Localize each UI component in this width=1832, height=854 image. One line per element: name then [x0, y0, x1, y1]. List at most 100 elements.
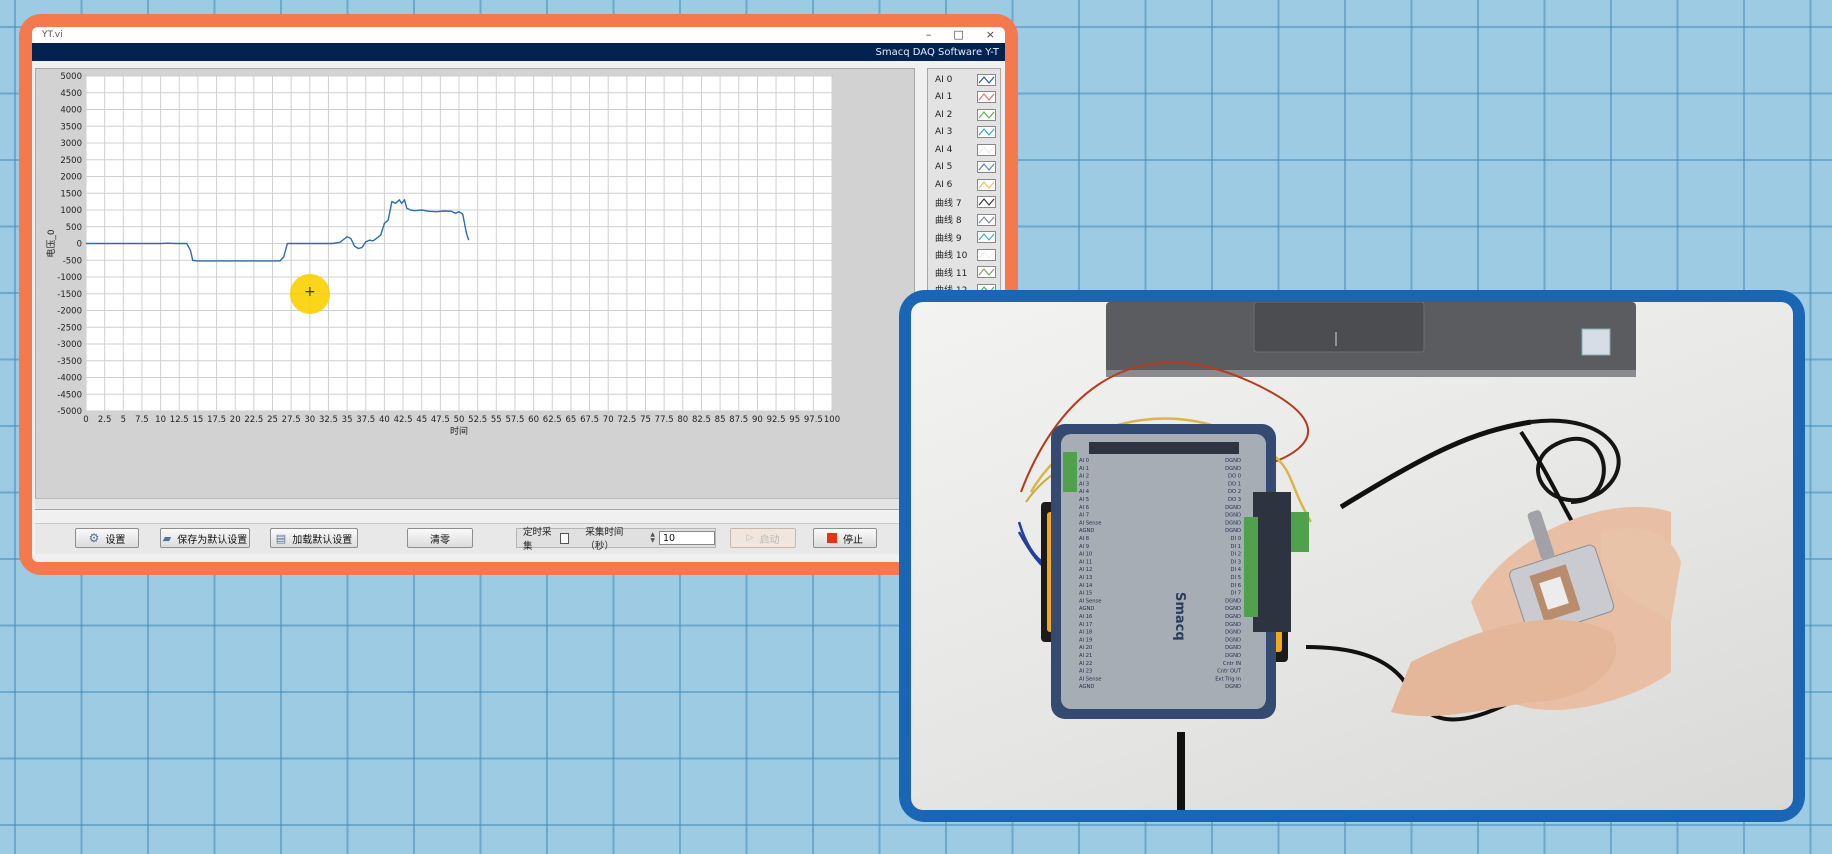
legend-swatch-icon[interactable] [977, 126, 996, 139]
clear-button[interactable]: 清零 [407, 528, 473, 548]
stop-label: 停止 [843, 534, 863, 546]
legend-swatch-icon[interactable] [977, 178, 996, 191]
device-pin-label: DI 2 [1231, 552, 1241, 558]
x-tick-label: 87.5 [729, 415, 748, 425]
legend-item[interactable]: 曲线 7 [928, 194, 1000, 212]
settings-button[interactable]: ⚙ 设置 [75, 528, 139, 548]
legend-label: AI 1 [935, 92, 953, 103]
legend-item[interactable]: AI 0 [928, 71, 1000, 89]
legend-swatch-icon[interactable] [977, 213, 996, 226]
legend-label: 曲线 10 [935, 251, 968, 262]
x-tick-label: 45 [416, 415, 427, 425]
x-tick-label: 30 [304, 415, 315, 425]
device-pin-label: DO 1 [1228, 481, 1241, 487]
x-tick-label: 55 [491, 415, 502, 425]
start-button[interactable]: ▷ 启动 [730, 528, 796, 548]
device-pin-label: AI 16 [1079, 614, 1092, 620]
device-brand: Smacq [1172, 592, 1187, 641]
acq-time-spinner[interactable]: ▲ ▼ [650, 532, 655, 544]
y-tick-label: -3000 [57, 340, 82, 350]
minimize-button[interactable]: – [926, 28, 932, 41]
device-pin-label: AI 20 [1079, 645, 1092, 651]
y-tick-label: 3000 [60, 139, 82, 149]
x-tick-label: 65 [565, 415, 576, 425]
device-pin-label: AI 10 [1079, 552, 1092, 558]
y-tick-label: 5000 [60, 72, 82, 82]
legend-swatch-icon[interactable] [977, 73, 996, 86]
software-window-frame: YT.vi – □ × Smacq DAQ Software Y-T 0 2.5 5… [19, 14, 1018, 575]
legend-item[interactable]: AI 1 [928, 89, 1000, 107]
x-tick-label: 32.5 [319, 415, 338, 425]
x-tick-label: 72.5 [617, 415, 636, 425]
x-tick-label: 52.5 [468, 415, 487, 425]
x-tick-label: 42.5 [394, 415, 413, 425]
legend-swatch-icon[interactable] [977, 231, 996, 244]
legend-swatch-icon[interactable] [977, 196, 996, 209]
x-tick-label: 5 [121, 415, 126, 425]
x-tick-label: 20 [230, 415, 241, 425]
bottom-toolbar: ⚙ 设置 ▰ 保存为默认设置 ▤ 加载默认设置 清零 定时采集 采集时间（秒） … [35, 523, 1002, 554]
legend-swatch-icon[interactable] [977, 108, 996, 121]
legend-item[interactable]: 曲线 8 [928, 211, 1000, 229]
device-pin-label: DGND [1225, 614, 1241, 620]
close-button[interactable]: × [986, 28, 995, 41]
device-pin-label: DGND [1225, 513, 1241, 519]
x-tick-label: 77.5 [655, 415, 674, 425]
x-tick-label: 12.5 [170, 415, 189, 425]
banner-title: Smacq DAQ Software Y-T [875, 46, 999, 58]
hardware-photo: Smacq AI 0 AI 1 AI 2 AI 3 AI 4 AI 5 AI 6 AI 7 AI… [911, 302, 1793, 810]
device-pin-label: AI 5 [1079, 497, 1089, 503]
legend-item[interactable]: AI 4 [928, 141, 1000, 159]
x-tick-label: 67.5 [580, 415, 599, 425]
legend-item[interactable]: AI 2 [928, 106, 1000, 124]
device-pin-label: DI 6 [1231, 583, 1241, 589]
device-pin-label: DI 4 [1231, 567, 1242, 573]
device-pin-label: Cntr OUT [1217, 669, 1242, 675]
load-default-button[interactable]: ▤ 加载默认设置 [270, 528, 358, 548]
legend-item[interactable]: 曲线 11 [928, 264, 1000, 282]
y-tick-label: -500 [63, 256, 82, 266]
graph-horizontal-scrollbar[interactable] [35, 498, 913, 509]
legend-label: 曲线 9 [935, 233, 962, 244]
start-label: 启动 [759, 534, 780, 546]
x-tick-label: 92.5 [767, 415, 786, 425]
legend-item[interactable]: AI 6 [928, 176, 1000, 194]
legend-swatch-icon[interactable] [977, 248, 996, 261]
legend-swatch-icon[interactable] [977, 91, 996, 104]
window-title: YT.vi [42, 30, 63, 40]
device-pin-label: AI 17 [1079, 622, 1092, 628]
legend-item[interactable]: AI 5 [928, 159, 1000, 177]
device-pin-label: Cntr IN [1223, 661, 1241, 667]
device-pin-label: AI 15 [1079, 591, 1092, 597]
timed-acq-label: 定时采集 [523, 527, 552, 552]
timed-acq-checkbox[interactable] [559, 532, 570, 544]
legend-item[interactable]: 曲线 9 [928, 229, 1000, 247]
legend-swatch-icon[interactable] [977, 161, 996, 174]
legend-swatch-icon[interactable] [977, 266, 996, 279]
legend-item[interactable]: 曲线 10 [928, 246, 1000, 264]
x-tick-label: 47.5 [431, 415, 450, 425]
maximize-button[interactable]: □ [953, 28, 963, 41]
waveform-graph[interactable]: 0 2.5 5 7.5 10 12.5 15 17.5 20 22.5 25 27.5 30 32.5 35… [35, 68, 915, 510]
y-tick-label: 1500 [60, 189, 82, 199]
acq-time-input[interactable] [659, 531, 715, 545]
y-tick-label: -2000 [57, 307, 82, 317]
stop-button[interactable]: 停止 [813, 528, 877, 548]
legend-label: 曲线 7 [935, 198, 962, 209]
x-tick-label: 97.5 [804, 415, 823, 425]
save-default-button[interactable]: ▰ 保存为默认设置 [160, 528, 250, 548]
y-tick-label: -5000 [57, 407, 82, 417]
legend-swatch-icon[interactable] [977, 143, 996, 156]
x-tick-label: 50 [454, 415, 465, 425]
hardware-photo-drawing: Smacq AI 0AI 1AI 2AI 3AI 4AI 5AI 6AI 7AI… [1017, 302, 1681, 810]
device-pin-label: DGND [1225, 458, 1241, 464]
y-tick-label: -4500 [57, 390, 82, 400]
x-tick-label: 82.5 [692, 415, 711, 425]
x-tick-label: 75 [640, 415, 651, 425]
legend-item[interactable]: AI 3 [928, 124, 1000, 142]
device-pin-label: DI 3 [1231, 559, 1241, 565]
x-tick-label: 37.5 [356, 415, 375, 425]
save-icon: ▰ [162, 531, 172, 545]
y-tick-label: 3500 [60, 122, 82, 132]
y-tick-label: 4500 [60, 89, 82, 99]
